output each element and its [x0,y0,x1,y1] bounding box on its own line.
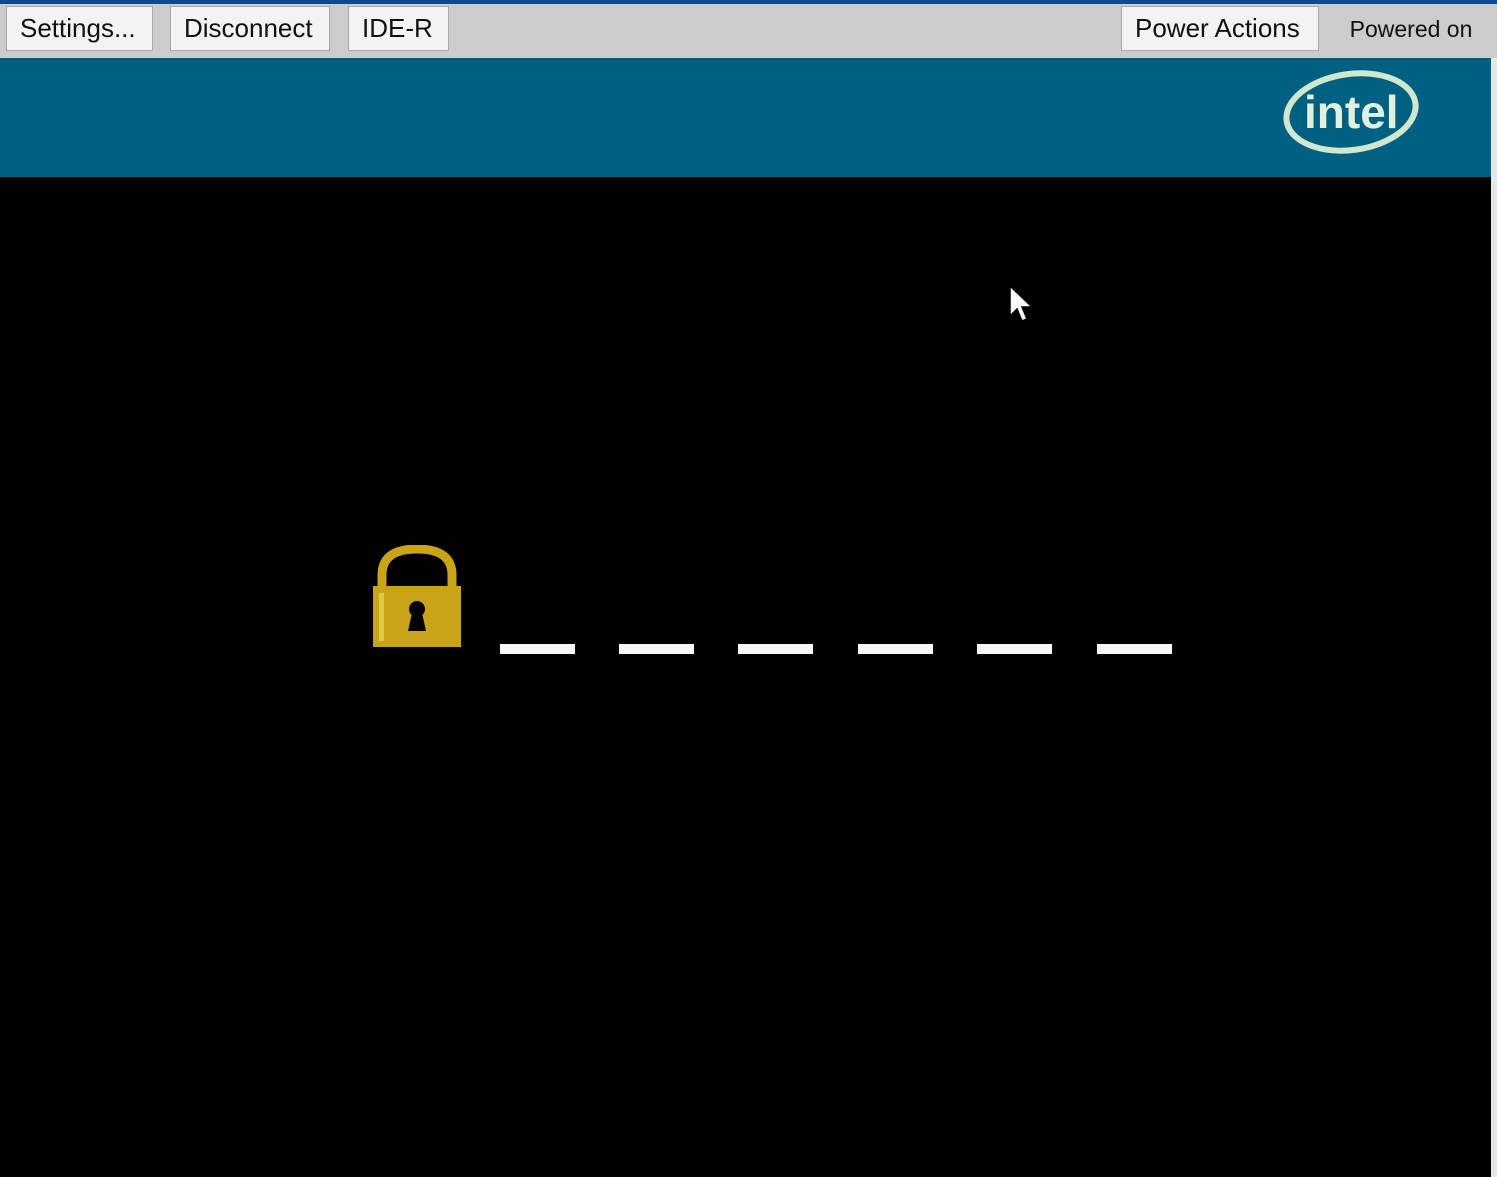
window-edge [1491,58,1497,1177]
power-actions-button[interactable]: Power Actions [1121,6,1319,51]
ide-redirect-button[interactable]: IDE-R [348,6,449,51]
intel-banner: intel [0,58,1491,177]
kvm-remote-desktop-window: Settings... Disconnect IDE-R Power Actio… [0,0,1497,1177]
password-slot [858,644,933,654]
password-slot [738,644,813,654]
mouse-pointer-icon [1009,284,1034,322]
password-slot [1097,644,1172,654]
power-status-text: Powered on [1349,16,1473,42]
intel-logo: intel [1283,70,1419,154]
password-slot [619,644,694,654]
remote-screen[interactable] [0,177,1491,1177]
padlock-icon [373,545,461,647]
disconnect-button[interactable]: Disconnect [170,6,330,51]
password-slot [500,644,575,654]
settings-button[interactable]: Settings... [6,6,153,51]
password-slot [977,644,1052,654]
intel-logo-text: intel [1304,86,1399,138]
toolbar: Settings... Disconnect IDE-R Power Actio… [0,0,1497,58]
